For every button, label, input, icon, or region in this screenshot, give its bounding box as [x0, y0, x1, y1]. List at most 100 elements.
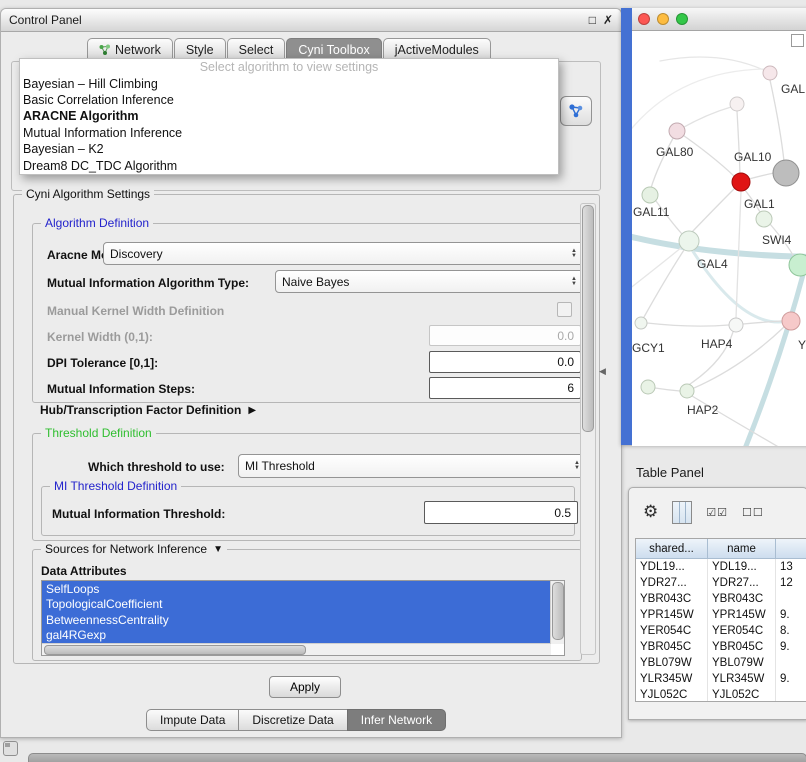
table-row[interactable]: YBR043CYBR043C: [636, 591, 806, 607]
birdseye-toggle[interactable]: [791, 34, 804, 47]
deselect-all-icon[interactable]: ☐☐: [742, 506, 764, 519]
graph-node[interactable]: [756, 211, 772, 227]
graph-node[interactable]: [732, 173, 750, 191]
bottom-tab-impute-data[interactable]: Impute Data: [146, 709, 239, 731]
table-row[interactable]: YBR045CYBR045C9.: [636, 639, 806, 655]
zoom-traffic-light[interactable]: [676, 13, 688, 25]
graph-node[interactable]: [730, 97, 744, 111]
mi-steps-field[interactable]: 6: [429, 377, 581, 399]
algorithm-option-aracne-algorithm[interactable]: ARACNE Algorithm: [20, 108, 558, 124]
graph-node[interactable]: [635, 317, 647, 329]
network-blue-icon: [567, 102, 585, 120]
minimize-traffic-light[interactable]: [657, 13, 669, 25]
window-title: Control Panel: [9, 13, 82, 27]
table-cell: YDR27...: [636, 575, 708, 591]
column-header-name[interactable]: name: [708, 539, 776, 559]
network-view-canvas[interactable]: GALGAL80GAL10GAL11GAL1SWI4GAL4GCY1HAP4YH…: [632, 31, 806, 446]
column-header-shared[interactable]: shared...: [636, 539, 708, 559]
kernel-width-label: Kernel Width (0,1):: [47, 330, 153, 344]
graph-node[interactable]: [782, 312, 800, 330]
attribute-item-betweennesscentrality[interactable]: BetweennessCentrality: [42, 612, 550, 628]
columns-icon[interactable]: [672, 501, 692, 524]
network-window-titlebar[interactable]: [632, 8, 806, 31]
table-row[interactable]: YER054CYER054C8.: [636, 623, 806, 639]
algorithm-option-mutual-information-inference[interactable]: Mutual Information Inference: [20, 125, 558, 141]
aracne-mode-select[interactable]: Discovery ▲▼: [103, 242, 584, 265]
gear-icon[interactable]: ⚙: [643, 502, 658, 522]
dpi-tolerance-field[interactable]: 0.0: [429, 351, 581, 373]
tab-select[interactable]: Select: [227, 38, 286, 60]
graph-node[interactable]: [679, 231, 699, 251]
graph-node[interactable]: [680, 384, 694, 398]
table-cell: [776, 591, 806, 607]
sources-title[interactable]: Sources for Network Inference ▼: [41, 542, 227, 556]
attribute-list[interactable]: SelfLoopsTopologicalCoefficientBetweenne…: [41, 580, 565, 656]
hscroll-thumb[interactable]: [44, 645, 306, 655]
which-threshold-select[interactable]: MI Threshold ▲▼: [238, 454, 587, 478]
manual-kernel-label: Manual Kernel Width Definition: [47, 304, 224, 318]
graph-edge: [660, 57, 770, 73]
attribute-item-selfloops[interactable]: SelfLoops: [42, 581, 550, 597]
bottom-tab-infer-network[interactable]: Infer Network: [347, 709, 446, 731]
spinner-arrows-icon: ▲▼: [567, 249, 577, 259]
attribute-list-vscrollbar: [550, 581, 564, 644]
close-icon[interactable]: ✗: [603, 13, 613, 27]
table-row[interactable]: YPR145WYPR145W9.: [636, 607, 806, 623]
table-cell: YLR345W: [636, 671, 708, 687]
vscroll-thumb[interactable]: [552, 582, 564, 640]
node-label: GAL11: [633, 205, 670, 219]
aracne-mode-value: Discovery: [110, 247, 163, 261]
apply-button[interactable]: Apply: [269, 676, 341, 698]
threshold-definition-group: Threshold Definition Which threshold to …: [32, 433, 582, 541]
settings-scroll-thumb[interactable]: [582, 205, 594, 432]
mi-algorithm-type-select[interactable]: Naive Bayes ▲▼: [275, 270, 584, 293]
node-label: GAL80: [656, 145, 694, 159]
algorithm-info-button[interactable]: [560, 96, 592, 126]
algorithm-option-bayesian-hill-climbing[interactable]: Bayesian – Hill Climbing: [20, 75, 558, 91]
mi-threshold-field[interactable]: 0.5: [424, 501, 578, 524]
column-header-col3[interactable]: [776, 539, 806, 559]
graph-edge: [655, 388, 680, 391]
sources-group: Sources for Network Inference ▼ Data Att…: [32, 549, 582, 661]
table-row[interactable]: YJL052CYJL052C: [636, 687, 806, 702]
close-traffic-light[interactable]: [638, 13, 650, 25]
graph-node[interactable]: [763, 66, 777, 80]
node-label: GAL4: [697, 257, 728, 271]
table-row[interactable]: YDL19...YDL19...13: [636, 559, 806, 575]
graph-node[interactable]: [669, 123, 685, 139]
graph-node[interactable]: [641, 380, 655, 394]
attribute-item-topologicalcoefficient[interactable]: TopologicalCoefficient: [42, 597, 550, 613]
table-row[interactable]: YBL079WYBL079W: [636, 655, 806, 671]
kernel-width-field: 0.0: [429, 325, 581, 346]
table-row[interactable]: YDR27...YDR27...12: [636, 575, 806, 591]
graph-node[interactable]: [642, 187, 658, 203]
graph-edge: [677, 107, 731, 131]
graph-node[interactable]: [789, 254, 806, 276]
node-label: HAP4: [701, 337, 733, 351]
graph-node[interactable]: [729, 318, 743, 332]
tab-style[interactable]: Style: [174, 38, 226, 60]
restore-panel-icon[interactable]: [3, 741, 18, 756]
tab-label: Cyni Toolbox: [298, 43, 369, 57]
algorithm-option-basic-correlation-inference[interactable]: Basic Correlation Inference: [20, 92, 558, 108]
bottom-tab-discretize-data[interactable]: Discretize Data: [238, 709, 347, 731]
tab-network[interactable]: Network: [87, 38, 173, 60]
algorithm-option-bayesian-k2[interactable]: Bayesian – K2: [20, 141, 558, 157]
tab-jactivemodules[interactable]: jActiveModules: [383, 38, 491, 60]
panel-collapse-arrow[interactable]: ◀: [599, 366, 606, 377]
table-row[interactable]: YLR345WYLR345W9.: [636, 671, 806, 687]
network-window: GALGAL80GAL10GAL11GAL1SWI4GAL4GCY1HAP4YH…: [621, 8, 806, 445]
table-cell: [776, 655, 806, 671]
desktop: Control Panel □ ✗ NetworkStyleSelect Cyni…: [0, 0, 806, 762]
hub-definition-toggle[interactable]: Hub/Transcription Factor Definition ▶: [40, 403, 256, 417]
minimize-icon[interactable]: □: [589, 13, 596, 27]
node-label: GCY1: [632, 341, 665, 355]
tab-cyni-toolbox[interactable]: Cyni Toolbox: [286, 38, 381, 60]
graph-node[interactable]: [773, 160, 799, 186]
table-toolbar: ⚙ ☑☑ ☐☐: [629, 494, 806, 530]
select-all-icon[interactable]: ☑☑: [706, 506, 728, 519]
collapsed-arrow-icon: ▶: [248, 405, 256, 416]
algorithm-option-dream8-dc-tdc-algorithm[interactable]: Dream8 DC_TDC Algorithm: [20, 157, 558, 173]
attribute-item-gal4rgexp[interactable]: gal4RGexp: [42, 628, 550, 644]
control-panel-titlebar[interactable]: Control Panel □ ✗: [1, 9, 621, 32]
